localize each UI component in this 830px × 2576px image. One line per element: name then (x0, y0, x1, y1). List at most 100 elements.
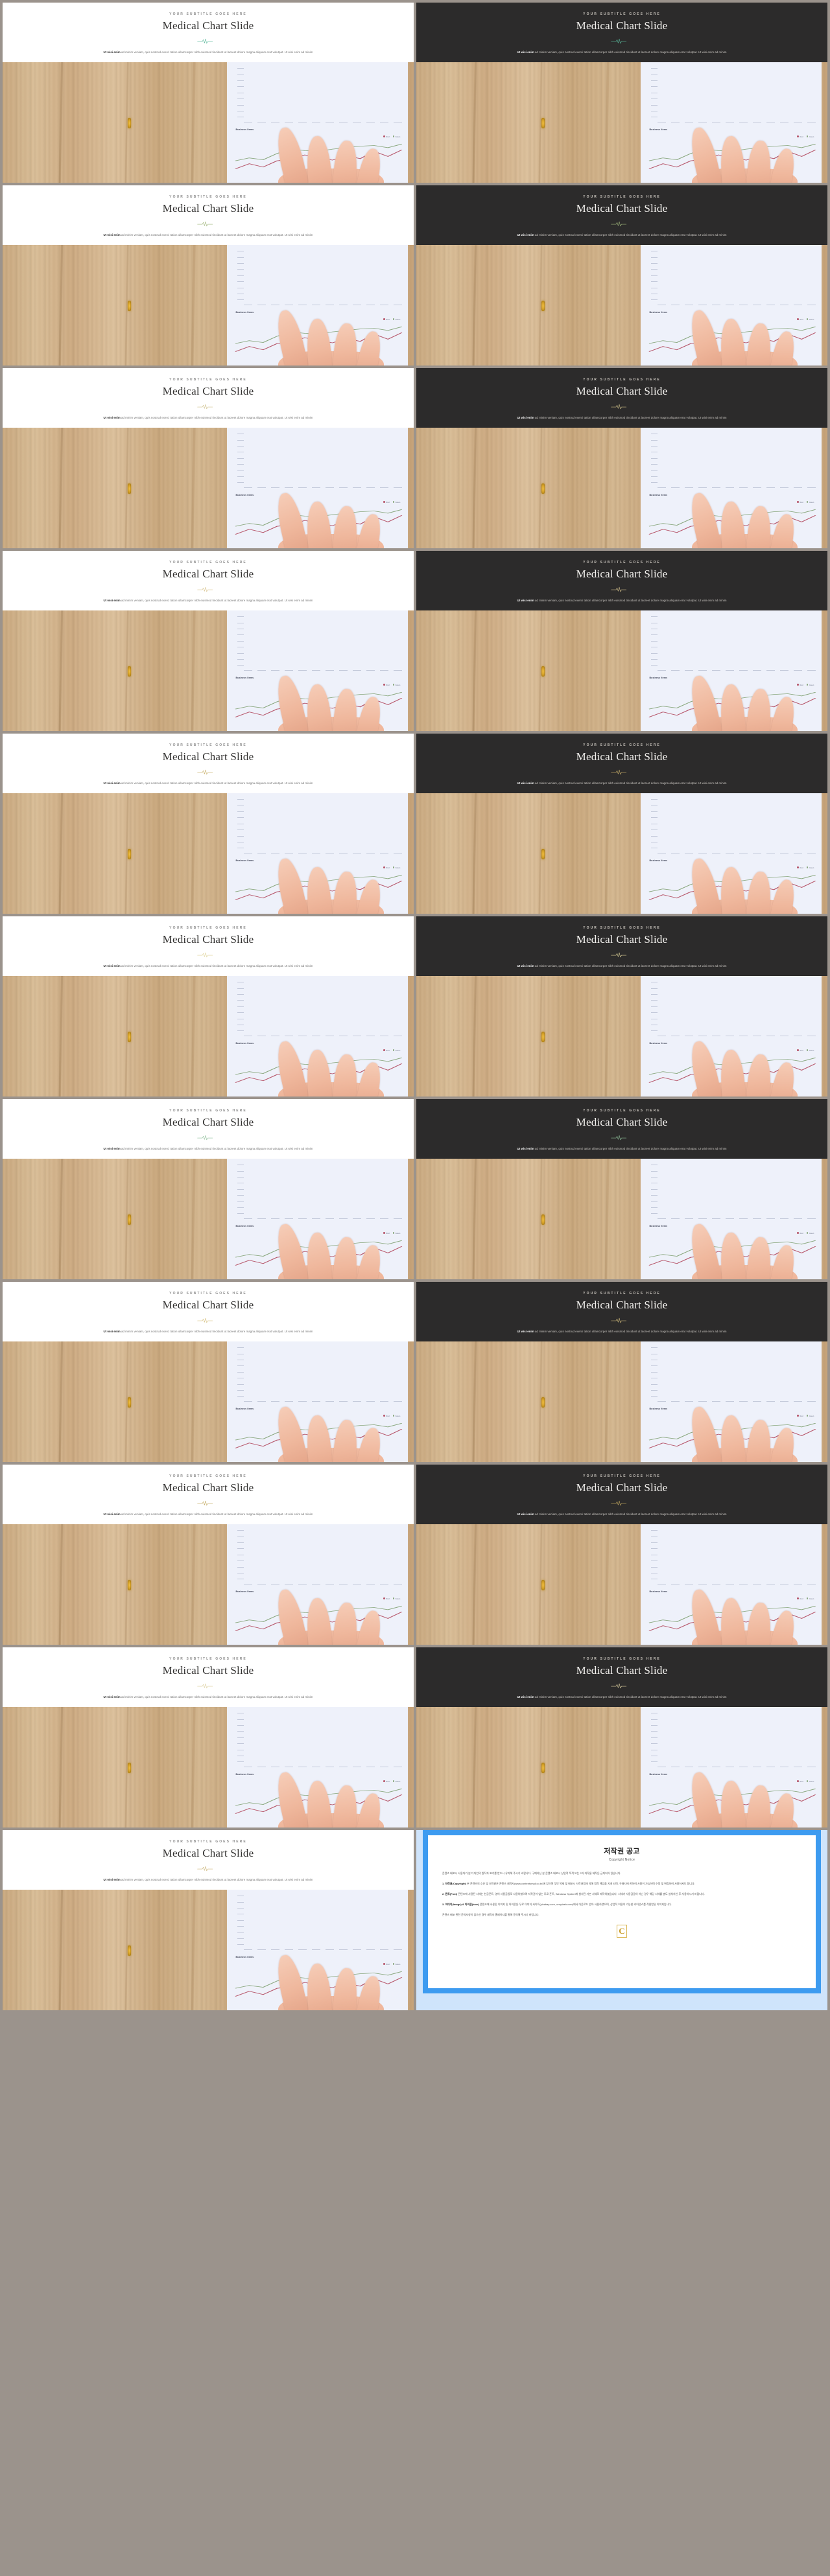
slide-preview-dark-3[interactable]: Your Subtitle Goes Here Medical Chart Sl… (416, 368, 827, 548)
slide-title: Medical Chart Slide (162, 1664, 254, 1677)
bar-chart-y-axis (237, 434, 244, 483)
legend-swatch (806, 1597, 809, 1599)
wood-knot (128, 1031, 132, 1042)
x-axis-tick (766, 487, 776, 489)
y-axis-tick (237, 1932, 244, 1933)
x-axis-tick (766, 670, 776, 671)
x-axis-tick (726, 1218, 735, 1220)
finger-ring (746, 323, 772, 366)
finger-middle (305, 1962, 333, 2010)
slide-preview-light-2[interactable]: Your Subtitle Goes Here Medical Chart Sl… (3, 185, 414, 366)
y-axis-tick (650, 817, 658, 818)
legend-entry: Green (806, 684, 814, 686)
legend-entry: Green (806, 866, 814, 869)
slide-preview-light-1[interactable]: Your Subtitle Goes Here Medical Chart Sl… (3, 3, 414, 183)
slide-photo: Business Items Red Green (3, 428, 414, 548)
y-axis-tick (650, 1542, 658, 1544)
legend-label: Red (800, 1231, 803, 1235)
slide-photo: Business Items Red Green (416, 428, 827, 548)
x-axis-tick (766, 1401, 776, 1402)
hand-pointing (687, 1587, 800, 1645)
chart-section-label: Business Items (235, 1408, 254, 1411)
slide-preview-dark-7[interactable]: Your Subtitle Goes Here Medical Chart Sl… (416, 1099, 827, 1279)
slide-body-text: Ut wisi enim ad minim veniam, quis nostr… (11, 782, 405, 785)
slide-preview-dark-4[interactable]: Your Subtitle Goes Here Medical Chart Sl… (416, 551, 827, 731)
legend-label: Red (386, 500, 390, 504)
slide-subtitle: Your Subtitle Goes Here (583, 12, 661, 16)
x-axis-tick (753, 1218, 762, 1220)
legend-label: Red (386, 1962, 390, 1966)
slide-preview-light-3[interactable]: Your Subtitle Goes Here Medical Chart Sl… (3, 368, 414, 548)
finger-middle (305, 135, 333, 183)
slide-body-rest: ad minim veniam, quis nostrud exerci tat… (534, 233, 727, 237)
slide-body-text: Ut wisi enim ad minim veniam, quis nostr… (11, 964, 405, 968)
y-axis-tick (237, 1548, 244, 1549)
x-axis-tick (779, 1401, 789, 1402)
y-axis-tick (650, 616, 658, 618)
bar-chart (234, 434, 403, 490)
finger-index (273, 1770, 310, 1828)
slide-body-lead: Ut wisi enim (517, 1513, 534, 1516)
bar-chart-bars (244, 1896, 402, 1945)
y-axis-tick (237, 1207, 244, 1208)
legend-label: Red (800, 683, 803, 686)
legend-entry: Green (806, 501, 814, 504)
x-axis-tick (712, 487, 721, 489)
x-axis-tick (671, 487, 680, 489)
hand-pointing (273, 856, 386, 914)
slide-preview-light-5[interactable]: Your Subtitle Goes Here Medical Chart Sl… (3, 734, 414, 914)
slide-preview-dark-9[interactable]: Your Subtitle Goes Here Medical Chart Sl… (416, 1465, 827, 1645)
legend-label: Green (395, 500, 401, 504)
x-axis-tick (793, 670, 803, 671)
y-axis-tick (650, 1012, 658, 1014)
slide-preview-light-6[interactable]: Your Subtitle Goes Here Medical Chart Sl… (3, 916, 414, 1097)
notice-paragraph-heading: 2. 폰트(Font) (442, 1892, 458, 1896)
wood-knot (541, 1031, 545, 1042)
y-axis-tick (237, 988, 244, 989)
chart-paper: Business Items Red Green (640, 976, 822, 1097)
slide-preview-dark-1[interactable]: Your Subtitle Goes Here Medical Chart Sl… (416, 3, 827, 183)
slide-body-text: Ut wisi enim ad minim veniam, quis nostr… (11, 1513, 405, 1516)
chart-section-label: Business Items (235, 311, 254, 314)
x-axis-tick (285, 487, 294, 489)
slide-body-text: Ut wisi enim ad minim veniam, quis nostr… (11, 1695, 405, 1699)
slide-preview-dark-2[interactable]: Your Subtitle Goes Here Medical Chart Sl… (416, 185, 827, 366)
chart-paper: Business Items Red Green (640, 1159, 822, 1279)
slide-body-text: Ut wisi enim ad minim veniam, quis nostr… (11, 1330, 405, 1334)
y-axis-tick (650, 1189, 658, 1190)
heartbeat-pulse-icon (611, 1501, 627, 1506)
slide-preview-light-4[interactable]: Your Subtitle Goes Here Medical Chart Sl… (3, 551, 414, 731)
slide-subtitle: Your Subtitle Goes Here (169, 1292, 247, 1295)
slide-preview-light-8[interactable]: Your Subtitle Goes Here Medical Chart Sl… (3, 1282, 414, 1462)
x-axis-tick (285, 670, 294, 671)
legend-label: Red (386, 866, 390, 869)
notice-paragraph-heading: 1. 저작권(Copyright) (442, 1882, 467, 1885)
slide-preview-dark-5[interactable]: Your Subtitle Goes Here Medical Chart Sl… (416, 734, 827, 914)
slide-header: Your Subtitle Goes Here Medical Chart Sl… (3, 185, 414, 245)
slide-preview-dark-10[interactable]: Your Subtitle Goes Here Medical Chart Sl… (416, 1647, 827, 1828)
wood-knot (128, 1214, 132, 1225)
notice-paragraph-text: 콘텐츠 배포 관련 문의사항이 있으신 경우 제작사 홈페이지를 통해 문의해 … (442, 1913, 540, 1916)
slide-preview-dark-6[interactable]: Your Subtitle Goes Here Medical Chart Sl… (416, 916, 827, 1097)
slide-body-text: Ut wisi enim ad minim veniam, quis nostr… (425, 1147, 819, 1151)
slide-preview-light-11[interactable]: Your Subtitle Goes Here Medical Chart Sl… (3, 1830, 414, 2010)
slide-body-text: Ut wisi enim ad minim veniam, quis nostr… (425, 1695, 819, 1699)
chart-paper: Business Items Red Green (226, 1341, 408, 1462)
legend-swatch (392, 866, 395, 868)
slide-photo: Business Items Red Green (416, 1159, 827, 1279)
finger-ring (746, 1785, 772, 1828)
finger-middle (305, 1231, 333, 1279)
y-axis-tick (237, 1737, 244, 1738)
notice-paragraph-text: 콘텐츠 배포시 사용자가 본 디자인의 원작자 표기를 반드시 유지해 주시기 … (442, 1872, 621, 1875)
x-axis-tick (379, 487, 389, 489)
slide-preview-dark-8[interactable]: Your Subtitle Goes Here Medical Chart Sl… (416, 1282, 827, 1462)
bar-chart (648, 434, 816, 490)
slide-body-lead: Ut wisi enim (103, 416, 121, 420)
heartbeat-pulse-icon (197, 1684, 213, 1689)
bar-chart-bars (658, 434, 816, 483)
slide-preview-light-7[interactable]: Your Subtitle Goes Here Medical Chart Sl… (3, 1099, 414, 1279)
slide-body-lead: Ut wisi enim (103, 1147, 121, 1151)
slide-preview-light-10[interactable]: Your Subtitle Goes Here Medical Chart Sl… (3, 1647, 414, 1828)
x-axis-tick (312, 1401, 321, 1402)
slide-preview-light-9[interactable]: Your Subtitle Goes Here Medical Chart Sl… (3, 1465, 414, 1645)
